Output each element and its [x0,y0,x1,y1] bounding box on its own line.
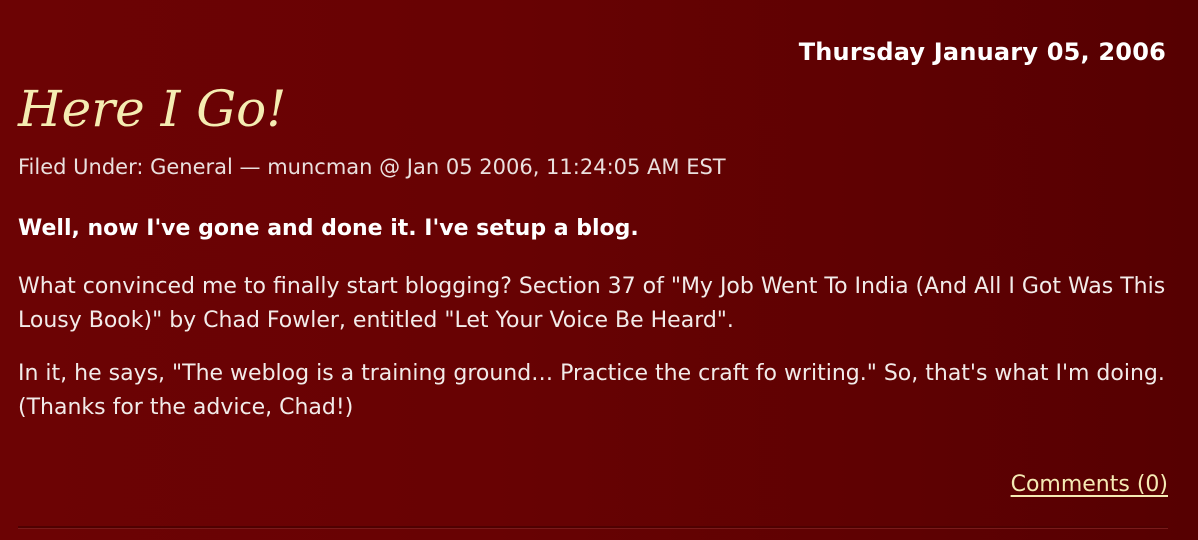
post-title: Here I Go! [18,80,287,138]
post-lead-paragraph: Well, now I've gone and done it. I've se… [18,216,639,241]
post-divider [18,526,1168,528]
post-body: Well, now I've gone and done it. I've se… [18,212,1178,444]
post-meta: Filed Under: General — muncman @ Jan 05 … [18,155,726,179]
post-paragraph: In it, he says, "The weblog is a trainin… [18,361,1165,420]
comments-link[interactable]: Comments (0) [1011,472,1168,497]
blog-post: Thursday January 05, 2006 Here I Go! Fil… [0,0,1198,540]
post-date: Thursday January 05, 2006 [798,38,1166,66]
post-paragraph: What convinced me to finally start blogg… [18,274,1166,333]
